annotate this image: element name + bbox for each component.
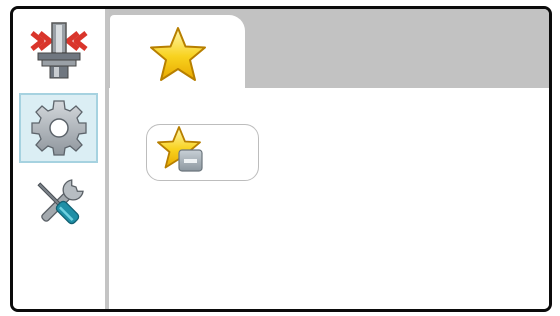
star-remove-icon bbox=[155, 124, 209, 181]
sidebar-item-settings[interactable] bbox=[19, 93, 98, 163]
star-icon bbox=[147, 25, 209, 90]
sidebar-item-tools[interactable] bbox=[19, 169, 98, 239]
remove-favorite-button[interactable] bbox=[146, 124, 259, 181]
sidebar-item-compress[interactable] bbox=[19, 15, 98, 85]
app-window bbox=[10, 6, 552, 312]
compress-tool-icon bbox=[28, 19, 90, 81]
content-panel bbox=[109, 88, 549, 309]
sidebar bbox=[13, 9, 109, 309]
tools-icon bbox=[27, 172, 91, 236]
gear-icon bbox=[30, 99, 88, 157]
